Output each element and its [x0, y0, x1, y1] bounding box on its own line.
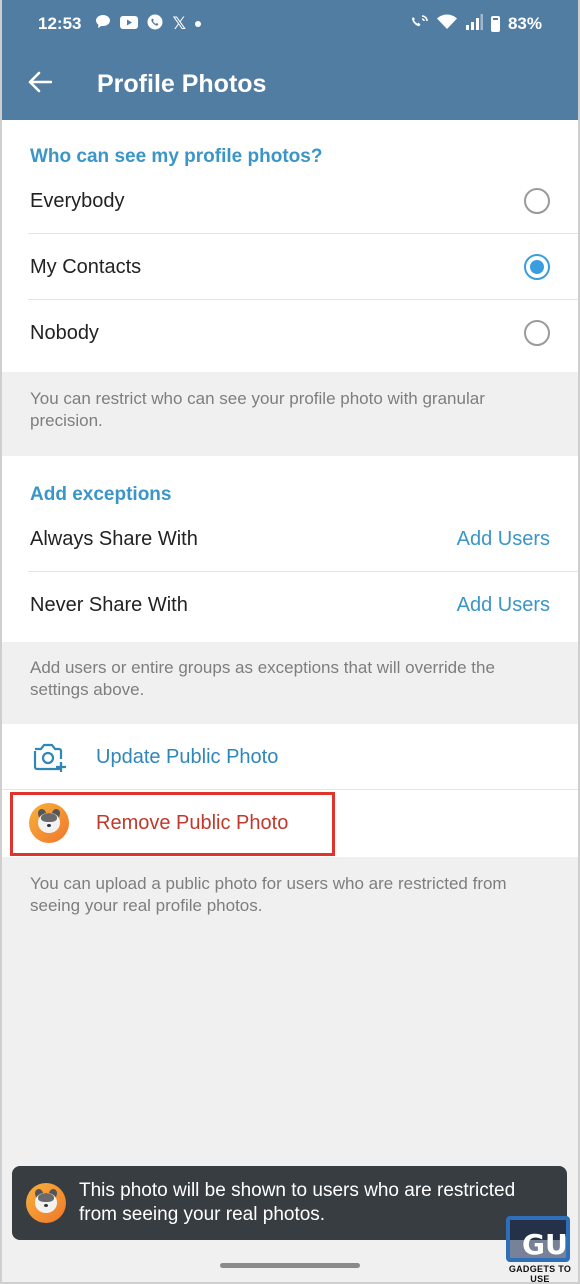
option-my-contacts[interactable]: My Contacts	[0, 234, 580, 300]
always-share-label: Always Share With	[30, 527, 198, 550]
exceptions-section: Add exceptions Always Share With Add Use…	[0, 456, 580, 642]
phone-app-icon	[147, 14, 163, 35]
update-public-photo-row[interactable]: Update Public Photo	[0, 724, 580, 790]
radio-my-contacts[interactable]	[524, 254, 550, 280]
chat-bubble-icon	[95, 14, 111, 34]
never-add-users-button[interactable]: Add Users	[457, 594, 550, 617]
camera-add-icon	[0, 741, 96, 773]
radio-nobody[interactable]	[524, 320, 550, 346]
toast-message: This photo will be shown to users who ar…	[79, 1180, 516, 1225]
battery-percent: 83%	[507, 14, 542, 33]
watermark-logo: GU GADGETS TO USE	[502, 1212, 576, 1284]
youtube-icon	[120, 14, 139, 34]
always-share-row[interactable]: Always Share With Add Users	[0, 506, 580, 572]
arrow-left-icon	[28, 71, 53, 98]
remove-public-photo-row[interactable]: Remove Public Photo	[0, 790, 580, 856]
app-bar: Profile Photos	[0, 48, 580, 120]
option-everybody[interactable]: Everybody	[0, 168, 580, 234]
public-photo-note: You can upload a public photo for users …	[30, 874, 507, 915]
gesture-nav-bar[interactable]	[220, 1263, 360, 1268]
public-photo-avatar	[29, 803, 69, 843]
option-label: Nobody	[30, 321, 99, 344]
public-photo-avatar-wrap	[0, 803, 96, 843]
x-icon: 𝕏	[172, 14, 187, 33]
visibility-note: You can restrict who can see your profil…	[30, 389, 485, 430]
watermark-logo-text: GU	[522, 1228, 568, 1261]
exceptions-note: Add users or entire groups as exceptions…	[30, 658, 495, 699]
status-bar: 12:53 𝕏 83%	[0, 0, 580, 48]
signal-icon	[465, 13, 483, 35]
remove-public-photo-label: Remove Public Photo	[96, 811, 289, 834]
watermark-box: GU	[506, 1216, 570, 1262]
visibility-section: Who can see my profile photos? Everybody…	[0, 120, 580, 372]
wifi-calling-icon	[411, 14, 429, 35]
update-public-photo-label: Update Public Photo	[96, 745, 279, 768]
toast-snackbar: This photo will be shown to users who ar…	[12, 1166, 567, 1240]
option-label: Everybody	[30, 189, 125, 212]
visibility-header: Who can see my profile photos?	[30, 146, 323, 167]
system-icons: 83%	[411, 13, 542, 35]
watermark-caption: GADGETS TO USE	[508, 1264, 572, 1284]
always-add-users-button[interactable]: Add Users	[457, 528, 550, 551]
notification-icons: 𝕏	[95, 14, 202, 35]
page-title: Profile Photos	[97, 69, 267, 98]
option-nobody[interactable]: Nobody	[0, 300, 580, 366]
battery-icon	[490, 16, 500, 32]
toast-avatar	[26, 1183, 66, 1223]
never-share-row[interactable]: Never Share With Add Users	[0, 572, 580, 638]
dot-icon	[195, 21, 202, 27]
back-button[interactable]	[0, 48, 80, 120]
never-share-label: Never Share With	[30, 593, 188, 616]
radio-everybody[interactable]	[524, 188, 550, 214]
wifi-icon	[436, 14, 457, 35]
status-time: 12:53	[38, 14, 82, 33]
option-label: My Contacts	[30, 255, 142, 278]
public-photo-section: Update Public Photo Remove Public Photo	[0, 724, 580, 857]
exceptions-header: Add exceptions	[30, 484, 172, 505]
